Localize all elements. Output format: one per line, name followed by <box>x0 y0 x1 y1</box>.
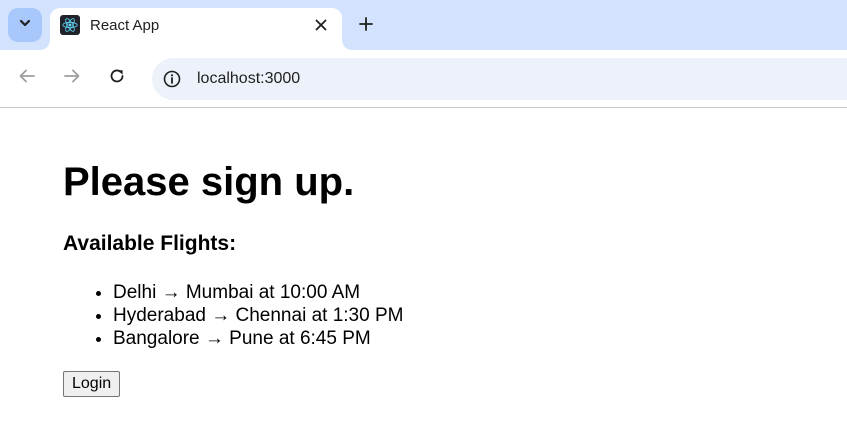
list-item: Bangalore → Pune at 6:45 PM <box>113 327 403 350</box>
forward-button[interactable] <box>58 64 86 92</box>
page-title: Please sign up. <box>63 160 355 204</box>
close-icon[interactable] <box>310 14 332 36</box>
info-icon[interactable] <box>160 67 184 91</box>
url-text[interactable]: localhost:3000 <box>197 70 300 88</box>
plus-icon <box>359 16 373 36</box>
list-item: Hyderabad → Chennai at 1:30 PM <box>113 304 403 327</box>
arrow-right-icon <box>63 67 81 90</box>
page-content: Please sign up. Available Flights: Delhi… <box>0 109 847 445</box>
address-bar[interactable]: localhost:3000 <box>152 58 847 100</box>
flight-list: Delhi → Mumbai at 10:00 AM Hyderabad → C… <box>113 281 403 350</box>
tab-react-app[interactable]: React App <box>50 8 342 50</box>
new-tab-button[interactable] <box>352 12 380 40</box>
chevron-down-icon <box>18 16 32 35</box>
flights-heading: Available Flights: <box>63 232 237 255</box>
arrow-left-icon <box>18 67 36 90</box>
tab-strip: React App <box>0 0 847 50</box>
list-item: Delhi → Mumbai at 10:00 AM <box>113 281 403 304</box>
tab-search-button[interactable] <box>8 8 42 42</box>
reload-button[interactable] <box>103 64 131 92</box>
reload-icon <box>108 67 126 90</box>
browser-toolbar: localhost:3000 <box>0 50 847 108</box>
tab-title: React App <box>90 17 160 34</box>
react-logo-icon <box>60 15 80 35</box>
back-button[interactable] <box>13 64 41 92</box>
login-button[interactable]: Login <box>63 371 121 397</box>
